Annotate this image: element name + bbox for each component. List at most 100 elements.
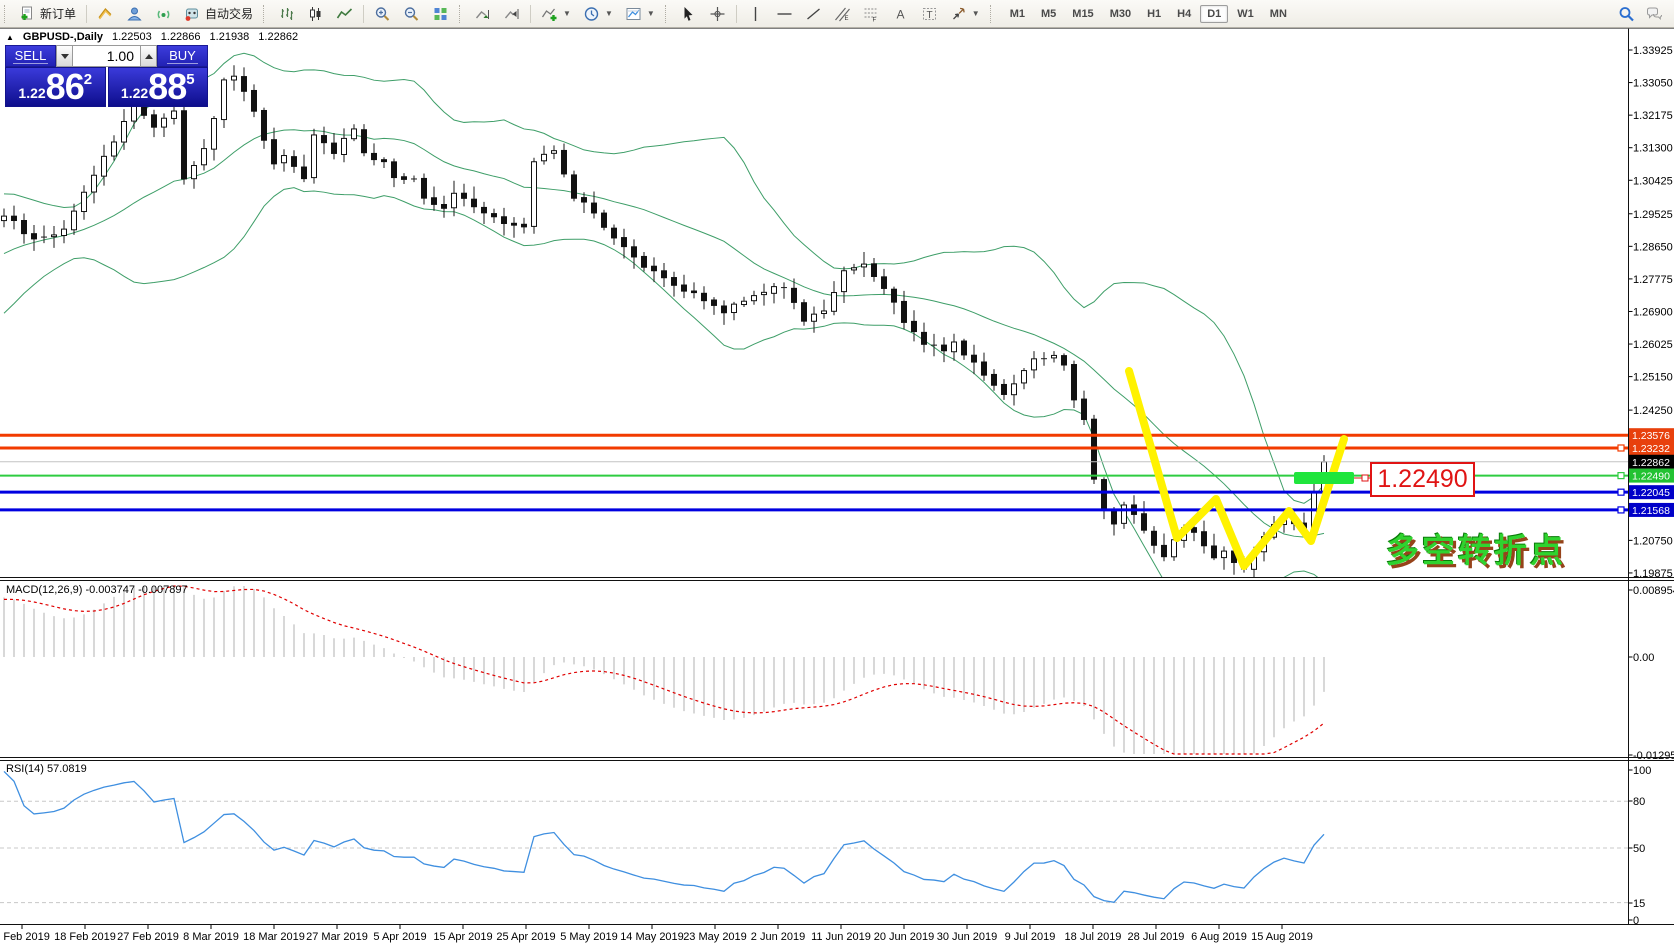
svg-text:1.22045: 1.22045 — [1632, 487, 1670, 499]
fibonacci-tool[interactable]: F — [857, 4, 886, 24]
crosshair-tool[interactable] — [703, 4, 732, 24]
timeframe-button-M30[interactable]: M30 — [1103, 5, 1138, 23]
vertical-line-icon — [747, 6, 764, 22]
zoom-out-button[interactable] — [397, 4, 426, 24]
candle — [1032, 359, 1037, 370]
candle — [532, 162, 537, 227]
candle — [1112, 511, 1117, 524]
down-arrow-icon — [61, 54, 69, 59]
sell-price[interactable]: 1.22862 — [5, 67, 106, 107]
svg-text:27 Feb 2019: 27 Feb 2019 — [117, 931, 179, 943]
candle — [942, 345, 947, 351]
candle — [742, 301, 747, 304]
buy-price-point: 5 — [186, 71, 194, 88]
timeframe-button-M15[interactable]: M15 — [1065, 5, 1100, 23]
volume-increase-button[interactable] — [140, 45, 157, 67]
timeframe-button-D1[interactable]: D1 — [1200, 5, 1228, 23]
periods-button[interactable]: ▼ — [577, 4, 619, 24]
search-icon[interactable] — [1618, 6, 1635, 22]
channel-tool[interactable]: E — [828, 4, 857, 24]
timeframe-button-MN[interactable]: MN — [1263, 5, 1294, 23]
timeframe-button-W1[interactable]: W1 — [1230, 5, 1261, 23]
candle — [282, 156, 287, 163]
community-button[interactable] — [120, 4, 149, 24]
bollinger-layer — [4, 53, 1324, 634]
text-tool[interactable]: A — [886, 4, 915, 24]
new-order-button[interactable]: 新订单 — [13, 4, 82, 24]
svg-text:0.008954: 0.008954 — [1633, 585, 1674, 597]
horizontal-line-tool[interactable] — [770, 4, 799, 24]
volume-input[interactable]: 1.00 — [73, 45, 140, 67]
candle — [482, 207, 487, 212]
price-close: 1.22862 — [258, 31, 298, 43]
svg-text:1.20750: 1.20750 — [1633, 535, 1673, 547]
turning-point-annotation[interactable]: 多空转折点 — [1386, 524, 1566, 572]
highlight-zone[interactable] — [1294, 472, 1354, 484]
svg-text:T: T — [926, 10, 932, 21]
autotrading-button[interactable]: 自动交易 — [178, 4, 259, 24]
svg-text:8 Mar 2019: 8 Mar 2019 — [183, 931, 239, 943]
autotrading-icon — [184, 6, 201, 22]
candle — [492, 214, 497, 217]
wave-drawing[interactable] — [1129, 371, 1344, 566]
candle — [692, 291, 697, 293]
candle — [1202, 532, 1207, 546]
candle — [202, 149, 207, 165]
svg-text:8 Feb 2019: 8 Feb 2019 — [0, 931, 50, 943]
candle — [162, 118, 167, 127]
sell-button[interactable]: SELL — [5, 45, 56, 67]
bar-chart-button[interactable] — [272, 4, 301, 24]
candle — [2, 216, 7, 220]
svg-text:2 Jun 2019: 2 Jun 2019 — [751, 931, 805, 943]
drawings-layer[interactable] — [1129, 371, 1354, 566]
svg-text:A: A — [896, 7, 904, 21]
buy-button[interactable]: BUY — [157, 45, 208, 67]
svg-text:1.32175: 1.32175 — [1633, 110, 1673, 122]
one-click-trading-panel: SELL 1.00 BUY 1.22862 1.22885 — [5, 45, 208, 107]
candle — [182, 111, 187, 179]
indicators-button[interactable]: ▼ — [535, 4, 577, 24]
svg-text:18 Feb 2019: 18 Feb 2019 — [54, 931, 116, 943]
svg-text:F: F — [872, 17, 876, 22]
timeframe-button-H4[interactable]: H4 — [1170, 5, 1198, 23]
candle — [632, 247, 637, 257]
candle — [292, 157, 297, 167]
signals-button[interactable] — [149, 4, 178, 24]
timeframe-button-M1[interactable]: M1 — [1003, 5, 1032, 23]
candlestick-button[interactable] — [301, 4, 330, 24]
templates-button[interactable]: ▼ — [619, 4, 661, 24]
candlestick-icon — [307, 6, 324, 22]
chart-window-icon — [97, 6, 114, 22]
zoom-in-button[interactable] — [368, 4, 397, 24]
candle — [252, 90, 257, 111]
label-tool[interactable]: T — [915, 4, 944, 24]
trendline-tool[interactable] — [799, 4, 828, 24]
volume-decrease-button[interactable] — [56, 45, 73, 67]
candle — [312, 135, 317, 178]
candle — [102, 156, 107, 176]
timeframe-button-M5[interactable]: M5 — [1034, 5, 1063, 23]
timeframe-button-H1[interactable]: H1 — [1140, 5, 1168, 23]
chart-window-button[interactable] — [91, 4, 120, 24]
tile-windows-button[interactable] — [426, 4, 455, 24]
arrows-icon — [950, 6, 967, 22]
auto-scroll-button[interactable] — [468, 4, 497, 24]
candle — [332, 143, 337, 153]
line-chart-button[interactable] — [330, 4, 359, 24]
svg-text:1.31300: 1.31300 — [1633, 143, 1673, 155]
zoom-out-icon — [403, 6, 420, 22]
svg-text:1.19875: 1.19875 — [1633, 568, 1673, 580]
chat-icon[interactable] — [1645, 6, 1662, 22]
price-callout-box[interactable]: 1.22490 — [1370, 462, 1475, 497]
fibonacci-icon: F — [863, 6, 880, 22]
candle — [1062, 356, 1067, 365]
sell-price-handle: 1.22 — [18, 85, 45, 101]
cursor-tool[interactable] — [674, 4, 703, 24]
candle — [442, 205, 447, 209]
arrows-tool[interactable]: ▼ — [944, 4, 986, 24]
vertical-line-tool[interactable] — [741, 4, 770, 24]
svg-text:1.26900: 1.26900 — [1633, 306, 1673, 318]
buy-price[interactable]: 1.22885 — [108, 67, 209, 107]
chart-shift-button[interactable] — [497, 4, 526, 24]
macd-label: MACD(12,26,9) -0.003747 -0.007897 — [6, 584, 188, 596]
